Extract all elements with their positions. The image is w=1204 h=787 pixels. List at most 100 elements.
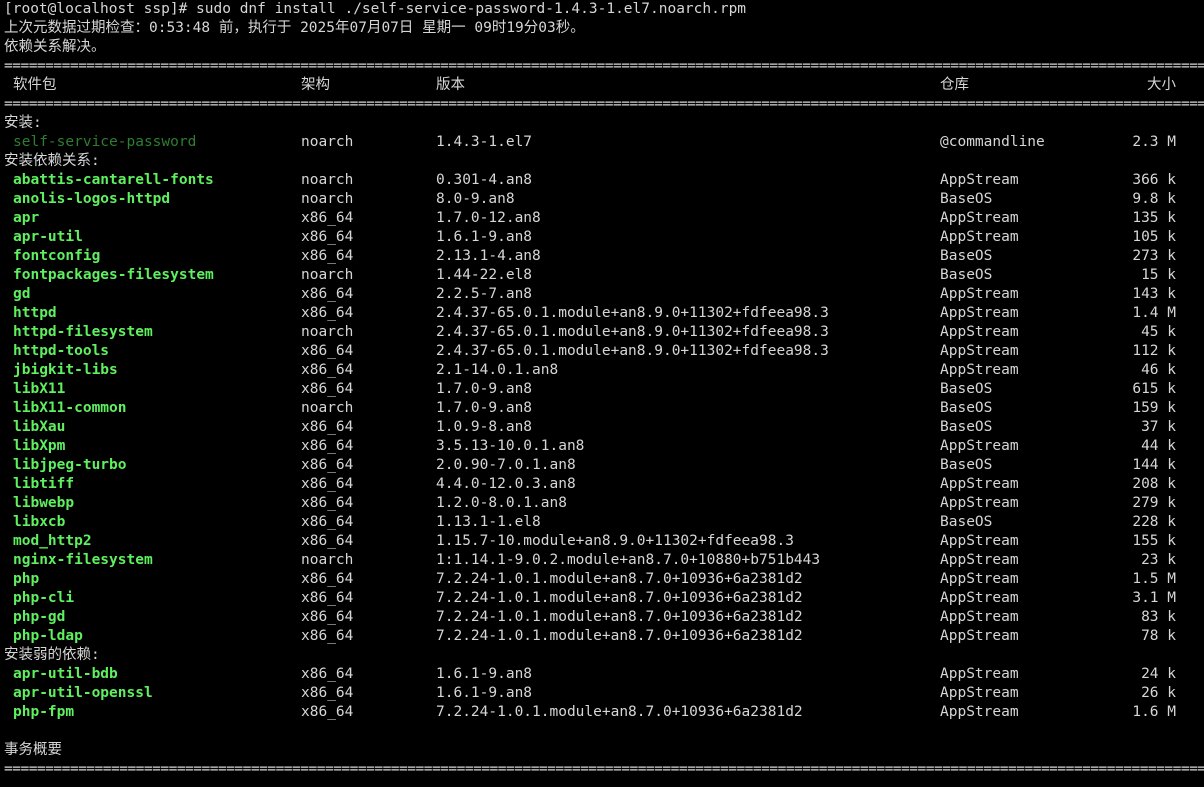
- package-name: libXau: [13, 419, 66, 435]
- package-row: libjpeg-turbo x86_64 2.0.90-7.0.1.an8 BaseO…: [0, 456, 1204, 475]
- package-sections: 安装: self-service-password noarch 1.4.3-1.el…: [0, 114, 1204, 722]
- package-repo: BaseOS: [940, 400, 993, 416]
- package-arch: x86_64: [301, 343, 354, 359]
- package-repo: AppStream: [940, 362, 1019, 378]
- package-repo: AppStream: [940, 609, 1019, 625]
- package-arch: x86_64: [301, 571, 354, 587]
- package-arch: x86_64: [301, 305, 354, 321]
- package-version: 1.6.1-9.an8: [436, 666, 533, 682]
- package-arch: noarch: [301, 191, 354, 207]
- package-arch: x86_64: [301, 362, 354, 378]
- header-version: 版本: [436, 77, 465, 93]
- package-name: httpd-tools: [13, 343, 110, 359]
- package-version: 3.5.13-10.0.1.an8: [436, 438, 585, 454]
- package-name: nginx-filesystem: [13, 552, 153, 568]
- package-name: fontconfig: [13, 248, 101, 264]
- section-title: 安装:: [4, 115, 42, 131]
- package-repo: AppStream: [940, 666, 1019, 682]
- package-name: php: [13, 571, 40, 587]
- package-row: fontpackages-filesystem noarch 1.44-22.el8…: [0, 266, 1204, 285]
- package-version: 1.15.7-10.module+an8.9.0+11302+fdfeea98.…: [436, 533, 794, 549]
- package-arch: x86_64: [301, 666, 354, 682]
- package-name: httpd: [13, 305, 57, 321]
- package-arch: x86_64: [301, 476, 354, 492]
- package-arch: noarch: [301, 400, 354, 416]
- package-repo: BaseOS: [940, 191, 993, 207]
- package-row: apr x86_64 1.7.0-12.an8 AppStream 135 k: [0, 209, 1204, 228]
- package-name: apr-util-openssl: [13, 685, 153, 701]
- package-row: apr-util x86_64 1.6.1-9.an8 AppStream 105 k: [0, 228, 1204, 247]
- package-repo: AppStream: [940, 324, 1019, 340]
- package-repo: AppStream: [940, 495, 1019, 511]
- package-version: 1:1.14.1-9.0.2.module+an8.7.0+10880+b751…: [436, 552, 821, 568]
- package-name: libX11: [13, 381, 66, 397]
- package-row: libwebp x86_64 1.2.0-8.0.1.an8 AppStream 279…: [0, 494, 1204, 513]
- package-repo: AppStream: [940, 533, 1019, 549]
- package-arch: x86_64: [301, 457, 354, 473]
- metadata-check-line: 上次元数据过期检查：0:53:48 前，执行于 2025年07月07日 星期一 …: [4, 20, 585, 36]
- package-repo: AppStream: [940, 552, 1019, 568]
- package-version: 1.7.0-9.an8: [436, 381, 533, 397]
- package-version: 1.44-22.el8: [436, 267, 533, 283]
- package-row: self-service-password noarch 1.4.3-1.el7 @c…: [0, 133, 1204, 152]
- package-row: jbigkit-libs x86_64 2.1-14.0.1.an8 AppStrea…: [0, 361, 1204, 380]
- package-size: 144 k: [1132, 457, 1176, 473]
- package-arch: x86_64: [301, 229, 354, 245]
- package-repo: AppStream: [940, 590, 1019, 606]
- package-size: 24 k: [1141, 666, 1176, 682]
- package-version: 1.2.0-8.0.1.an8: [436, 495, 567, 511]
- package-version: 1.13.1-1.el8: [436, 514, 541, 530]
- package-name: libxcb: [13, 514, 66, 530]
- package-size: 228 k: [1132, 514, 1176, 530]
- package-repo: AppStream: [940, 476, 1019, 492]
- package-row: apr-util-openssl x86_64 1.6.1-9.an8 AppStre…: [0, 684, 1204, 703]
- package-version: 1.4.3-1.el7: [436, 134, 533, 150]
- package-name: fontpackages-filesystem: [13, 267, 214, 283]
- package-arch: noarch: [301, 172, 354, 188]
- package-version: 2.0.90-7.0.1.an8: [436, 457, 576, 473]
- package-row: php-gd x86_64 7.2.24-1.0.1.module+an8.7.0+…: [0, 608, 1204, 627]
- command-prompt-line: [root@localhost ssp]# sudo dnf install .…: [4, 1, 747, 17]
- package-version: 1.6.1-9.an8: [436, 229, 533, 245]
- package-arch: x86_64: [301, 286, 354, 302]
- package-size: 78 k: [1141, 628, 1176, 644]
- package-repo: BaseOS: [940, 457, 993, 473]
- package-name: php-fpm: [13, 704, 75, 720]
- terminal-window[interactable]: [root@localhost ssp]# sudo dnf install .…: [0, 0, 1204, 787]
- package-repo: AppStream: [940, 685, 1019, 701]
- header-repo: 仓库: [940, 77, 969, 93]
- package-name: self-service-password: [13, 134, 197, 150]
- package-size: 279 k: [1132, 495, 1176, 511]
- package-name: libX11-common: [13, 400, 127, 416]
- package-name: libtiff: [13, 476, 75, 492]
- package-size: 83 k: [1141, 609, 1176, 625]
- package-size: 208 k: [1132, 476, 1176, 492]
- package-size: 105 k: [1132, 229, 1176, 245]
- table-header: 软件包 架构 版本 仓库 大小: [0, 76, 1204, 95]
- package-name: anolis-logos-httpd: [13, 191, 171, 207]
- package-row: httpd-tools x86_64 2.4.37-65.0.1.module+an…: [0, 342, 1204, 361]
- package-repo: AppStream: [940, 172, 1019, 188]
- package-arch: x86_64: [301, 419, 354, 435]
- package-name: jbigkit-libs: [13, 362, 118, 378]
- package-row: php x86_64 7.2.24-1.0.1.module+an8.7.0+109…: [0, 570, 1204, 589]
- package-repo: AppStream: [940, 343, 1019, 359]
- package-version: 2.4.37-65.0.1.module+an8.9.0+11302+fdfee…: [436, 305, 829, 321]
- package-arch: x86_64: [301, 704, 354, 720]
- separator-bottom: ========================================…: [4, 761, 1204, 777]
- package-name: libjpeg-turbo: [13, 457, 127, 473]
- package-size: 1.6 M: [1132, 704, 1176, 720]
- package-repo: AppStream: [940, 571, 1019, 587]
- package-version: 2.1-14.0.1.an8: [436, 362, 559, 378]
- package-version: 4.4.0-12.0.3.an8: [436, 476, 576, 492]
- package-size: 45 k: [1141, 324, 1176, 340]
- package-repo: BaseOS: [940, 381, 993, 397]
- package-repo: AppStream: [940, 229, 1019, 245]
- package-name: libwebp: [13, 495, 75, 511]
- package-size: 135 k: [1132, 210, 1176, 226]
- package-name: php-ldap: [13, 628, 83, 644]
- package-repo: AppStream: [940, 704, 1019, 720]
- package-size: 112 k: [1132, 343, 1176, 359]
- package-repo: AppStream: [940, 286, 1019, 302]
- package-row: httpd-filesystem noarch 2.4.37-65.0.1.modu…: [0, 323, 1204, 342]
